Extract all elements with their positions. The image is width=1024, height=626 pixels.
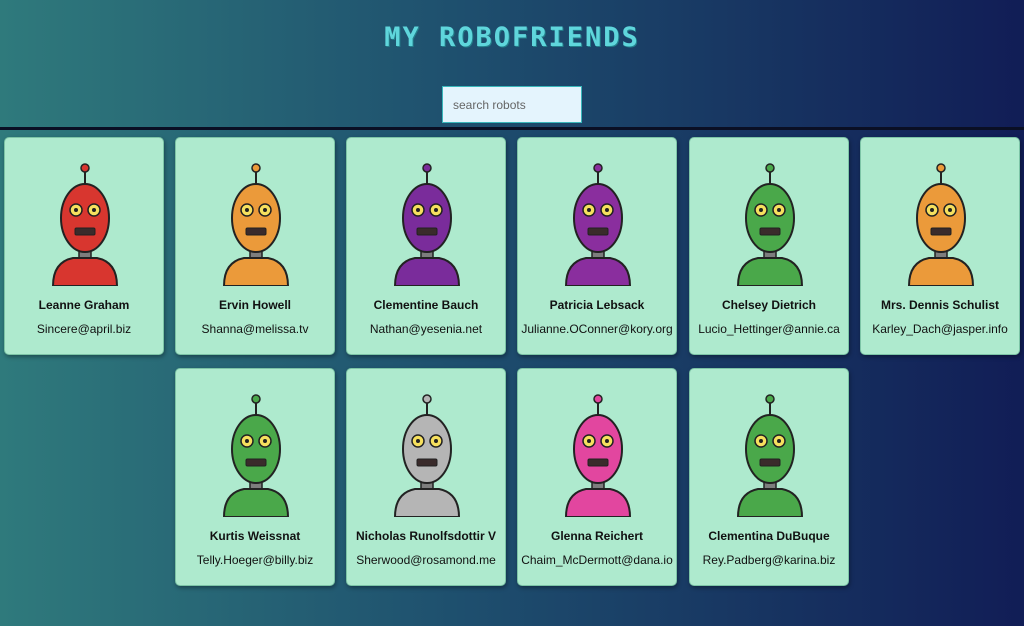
robot-card[interactable]: Nicholas Runolfsdottir V Sherwood@rosamo… [346, 368, 506, 586]
robot-avatar-image [564, 394, 632, 517]
robot-card[interactable]: Leanne Graham Sincere@april.biz [4, 137, 164, 355]
robot-name: Glenna Reichert [550, 529, 644, 543]
robot-name: Clementina DuBuque [708, 529, 830, 543]
robot-card-list: Leanne Graham Sincere@april.biz Ervin Ho… [0, 0, 1024, 626]
robot-card[interactable]: Ervin Howell Shanna@melissa.tv [175, 137, 335, 355]
robot-avatar-image [393, 394, 461, 517]
robot-email: Rey.Padberg@karina.biz [702, 553, 836, 567]
robot-name: Leanne Graham [38, 298, 130, 312]
robot-card[interactable]: Clementina DuBuque Rey.Padberg@karina.bi… [689, 368, 849, 586]
robot-email: Chaim_McDermott@dana.io [521, 553, 673, 567]
robot-email: Shanna@melissa.tv [201, 322, 309, 336]
robot-name: Ervin Howell [218, 298, 292, 312]
robot-email: Sherwood@rosamond.me [356, 553, 496, 567]
robot-email: Sincere@april.biz [36, 322, 132, 336]
robot-card[interactable]: Chelsey Dietrich Lucio_Hettinger@annie.c… [689, 137, 849, 355]
robot-card[interactable]: Glenna Reichert Chaim_McDermott@dana.io [517, 368, 677, 586]
robot-email: Lucio_Hettinger@annie.ca [698, 322, 840, 336]
robot-email: Nathan@yesenia.net [369, 322, 483, 336]
robot-avatar-image [907, 163, 975, 286]
robot-avatar-image [222, 163, 290, 286]
robot-card[interactable]: Patricia Lebsack Julianne.OConner@kory.o… [517, 137, 677, 355]
robot-email: Julianne.OConner@kory.org [521, 322, 673, 336]
robot-avatar-image [51, 163, 119, 286]
robot-name: Kurtis Weissnat [209, 529, 301, 543]
robot-avatar-image [736, 163, 804, 286]
robot-avatar-image [222, 394, 290, 517]
robot-card[interactable]: Mrs. Dennis Schulist Karley_Dach@jasper.… [860, 137, 1020, 355]
robot-avatar-image [393, 163, 461, 286]
robot-card[interactable]: Clementine Bauch Nathan@yesenia.net [346, 137, 506, 355]
robot-email: Telly.Hoeger@billy.biz [196, 553, 314, 567]
robot-card[interactable]: Kurtis Weissnat Telly.Hoeger@billy.biz [175, 368, 335, 586]
robot-name: Clementine Bauch [373, 298, 479, 312]
robot-name: Mrs. Dennis Schulist [880, 298, 1000, 312]
robot-name: Patricia Lebsack [549, 298, 645, 312]
robot-email: Karley_Dach@jasper.info [872, 322, 1008, 336]
robot-avatar-image [564, 163, 632, 286]
robot-name: Nicholas Runolfsdottir V [355, 529, 496, 543]
robot-avatar-image [736, 394, 804, 517]
robot-name: Chelsey Dietrich [721, 298, 817, 312]
